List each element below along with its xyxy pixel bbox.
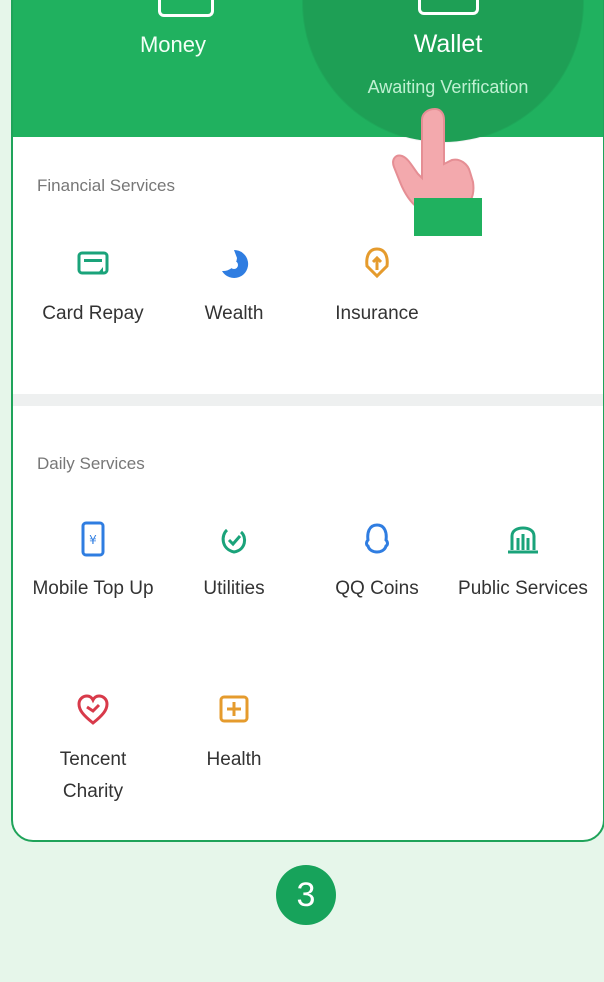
insurance-label: Insurance <box>335 303 419 324</box>
step-number-badge: 3 <box>276 865 336 925</box>
public-services-item[interactable]: Public Services <box>458 519 588 605</box>
money-icon <box>158 0 214 17</box>
wallet-screen: Money Wallet Awaiting Verification Finan… <box>11 0 604 842</box>
wallet-header: Money Wallet Awaiting Verification <box>13 0 603 142</box>
wallet-label: Wallet <box>413 30 483 58</box>
health-icon <box>214 690 254 730</box>
money-label: Money <box>139 32 207 57</box>
mobile-top-up-item[interactable]: ¥ Mobile Top Up <box>28 519 158 605</box>
wallet-button[interactable]: Wallet Awaiting Verification <box>318 30 578 98</box>
tencent-charity-label: Tencent Charity <box>59 749 127 802</box>
money-button[interactable]: Money <box>113 32 233 58</box>
mobile-top-up-label: Mobile Top Up <box>32 578 154 599</box>
utilities-item[interactable]: Utilities <box>169 519 299 605</box>
tencent-charity-item[interactable]: Tencent Charity <box>28 690 158 808</box>
wallet-icon <box>418 0 479 15</box>
qq-coins-item[interactable]: QQ Coins <box>312 519 442 605</box>
section-divider <box>13 394 603 406</box>
qq-icon <box>357 519 397 559</box>
card-repay-item[interactable]: Card Repay <box>28 244 158 330</box>
charity-icon <box>73 690 113 730</box>
wealth-item[interactable]: Wealth <box>169 244 299 330</box>
wealth-icon <box>214 244 254 284</box>
insurance-icon <box>357 244 397 284</box>
health-item[interactable]: Health <box>169 690 299 776</box>
mobile-icon: ¥ <box>73 519 113 559</box>
utilities-icon <box>214 519 254 559</box>
wealth-label: Wealth <box>204 303 264 324</box>
card-repay-label: Card Repay <box>42 303 144 324</box>
wallet-status: Awaiting Verification <box>367 77 529 97</box>
financial-services-title: Financial Services <box>37 176 175 195</box>
svg-text:¥: ¥ <box>89 533 97 547</box>
tap-hand-icon <box>380 104 500 238</box>
health-label: Health <box>206 749 262 770</box>
insurance-item[interactable]: Insurance <box>312 244 442 330</box>
public-services-label: Public Services <box>458 578 588 599</box>
utilities-label: Utilities <box>203 578 265 599</box>
qq-coins-label: QQ Coins <box>335 578 419 599</box>
public-services-icon <box>503 519 543 559</box>
card-icon <box>73 244 113 284</box>
daily-services-title: Daily Services <box>37 454 145 473</box>
